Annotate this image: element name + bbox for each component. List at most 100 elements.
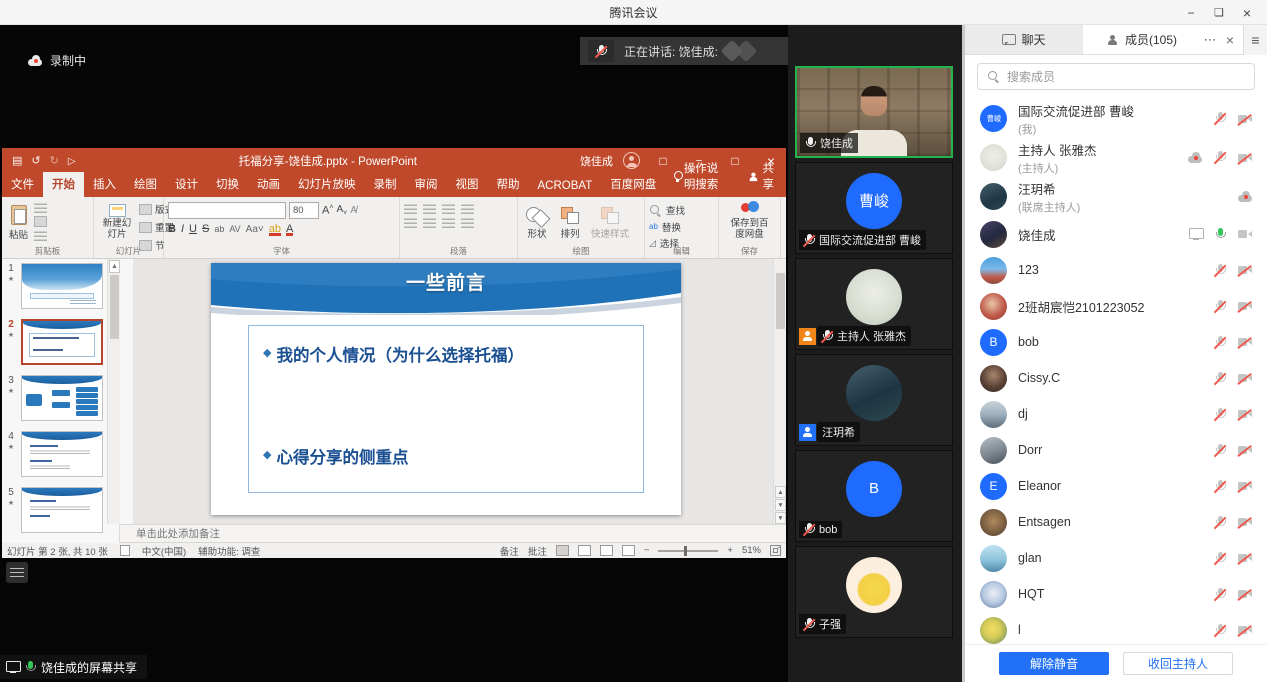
- minimize-button[interactable]: [1177, 0, 1205, 25]
- member-row[interactable]: Cissy.C: [965, 360, 1267, 396]
- bullet-list-icon[interactable]: [404, 203, 417, 214]
- tab-transitions[interactable]: 切换: [207, 172, 248, 197]
- member-row[interactable]: B bob: [965, 324, 1267, 360]
- video-tile-caojun[interactable]: 曹峻 国际交流促进部 曹峻: [795, 162, 953, 254]
- shapes-button[interactable]: 形状: [522, 200, 552, 245]
- camera-off-icon[interactable]: [1238, 517, 1253, 527]
- camera-off-icon[interactable]: [1238, 445, 1253, 455]
- mic-on-icon[interactable]: [1215, 228, 1226, 241]
- save-icon[interactable]: [12, 154, 22, 167]
- highlight-color-button[interactable]: ab: [269, 223, 281, 235]
- mic-off-icon[interactable]: [1215, 588, 1226, 601]
- tab-acrobat[interactable]: ACROBAT: [529, 176, 602, 197]
- camera-off-icon[interactable]: [1238, 114, 1253, 124]
- tell-me-search[interactable]: 操作说明搜索: [665, 156, 734, 197]
- tab-members[interactable]: 成员(105): [1083, 25, 1201, 54]
- tab-chat[interactable]: 聊天: [965, 25, 1083, 54]
- align-right-icon[interactable]: [442, 217, 455, 228]
- panel-close-button[interactable]: [1221, 29, 1239, 51]
- member-row[interactable]: 曹峻 国际交流促进部 曹峻(我): [965, 99, 1267, 138]
- cloud-recording-icon[interactable]: [1238, 191, 1253, 202]
- mic-off-icon[interactable]: [1215, 336, 1226, 349]
- tab-home[interactable]: 开始: [43, 172, 84, 197]
- panel-more-button[interactable]: [1201, 29, 1219, 51]
- camera-off-icon[interactable]: [1238, 265, 1253, 275]
- meeting-toolbar-menu-icon[interactable]: [6, 562, 28, 583]
- notes-toggle[interactable]: 备注: [500, 544, 519, 558]
- cloud-recording-icon[interactable]: [1188, 152, 1203, 163]
- font-size-combobox[interactable]: 80: [289, 202, 319, 219]
- ppt-share-button[interactable]: 共享: [735, 156, 787, 197]
- clear-format-icon[interactable]: A̸: [350, 205, 357, 216]
- replace-button[interactable]: ab替换: [649, 220, 714, 234]
- member-row[interactable]: l: [965, 612, 1267, 644]
- display-settings-icon[interactable]: [120, 545, 130, 556]
- tab-file[interactable]: 文件: [2, 172, 43, 197]
- mic-off-icon[interactable]: [1215, 552, 1226, 565]
- redo-icon[interactable]: [50, 154, 59, 167]
- tab-baidu-netdisk[interactable]: 百度网盘: [601, 172, 665, 197]
- mic-off-icon[interactable]: [1215, 112, 1226, 125]
- video-tile-raojiacheng[interactable]: 饶佳成: [795, 66, 953, 158]
- align-center-icon[interactable]: [423, 217, 436, 228]
- member-row[interactable]: 饶佳成: [965, 216, 1267, 252]
- camera-off-icon[interactable]: [1238, 373, 1253, 383]
- mic-off-icon[interactable]: [1215, 444, 1226, 457]
- mic-off-icon[interactable]: [1215, 624, 1226, 637]
- screen-share-icon[interactable]: [1189, 228, 1203, 240]
- zoom-level[interactable]: 51%: [742, 545, 761, 556]
- language-indicator[interactable]: 中文(中国): [142, 544, 186, 558]
- tab-review[interactable]: 审阅: [406, 172, 447, 197]
- font-color-button[interactable]: A: [286, 223, 293, 235]
- format-painter-icon[interactable]: [34, 230, 47, 241]
- slide-scrollbar[interactable]: ▲ ▼ ▼: [773, 259, 786, 524]
- panel-menu-button[interactable]: [1243, 25, 1267, 55]
- member-search-box[interactable]: [977, 63, 1255, 90]
- tab-view[interactable]: 视图: [447, 172, 488, 197]
- mic-off-icon[interactable]: [1215, 408, 1226, 421]
- thumbnail-scrollbar[interactable]: ▲: [107, 259, 120, 524]
- member-row[interactable]: Entsagen: [965, 504, 1267, 540]
- tab-record[interactable]: 录制: [365, 172, 406, 197]
- slide-thumbnail-3[interactable]: 3: [4, 375, 119, 421]
- cut-icon[interactable]: [34, 202, 47, 213]
- camera-off-icon[interactable]: [1238, 481, 1253, 491]
- close-button[interactable]: [1233, 0, 1261, 25]
- font-name-combobox[interactable]: [168, 202, 286, 219]
- paste-button[interactable]: 粘贴: [6, 200, 31, 245]
- tab-animations[interactable]: 动画: [248, 172, 289, 197]
- member-search-input[interactable]: [1007, 70, 1245, 84]
- quick-styles-button[interactable]: 快速样式: [588, 200, 632, 245]
- slide-thumbnail-1[interactable]: 1: [4, 263, 119, 309]
- member-row[interactable]: HQT: [965, 576, 1267, 612]
- tab-help[interactable]: 帮助: [488, 172, 529, 197]
- ppt-user-avatar[interactable]: [623, 152, 640, 169]
- comments-toggle[interactable]: 批注: [528, 544, 547, 558]
- member-row[interactable]: 123: [965, 252, 1267, 288]
- undo-icon[interactable]: [31, 154, 40, 167]
- fit-to-window-icon[interactable]: [770, 545, 781, 556]
- normal-view-icon[interactable]: [556, 545, 569, 556]
- bold-button[interactable]: B: [168, 223, 176, 235]
- camera-off-icon[interactable]: [1238, 337, 1253, 347]
- mic-off-icon[interactable]: [1215, 151, 1226, 164]
- camera-off-icon[interactable]: [1238, 553, 1253, 563]
- arrange-button[interactable]: 排列: [557, 200, 583, 245]
- camera-off-icon[interactable]: [1238, 301, 1253, 311]
- indent-icon[interactable]: [442, 203, 455, 214]
- member-row[interactable]: E Eleanor: [965, 468, 1267, 504]
- copy-icon[interactable]: [34, 216, 47, 227]
- member-row[interactable]: dj: [965, 396, 1267, 432]
- slide-thumbnail-2-selected[interactable]: 2: [4, 319, 119, 365]
- save-to-baidu-button[interactable]: 保存到百度网盘: [723, 200, 776, 242]
- mic-off-icon[interactable]: [1215, 264, 1226, 277]
- camera-off-icon[interactable]: [1238, 625, 1253, 635]
- member-row[interactable]: 主持人 张雅杰(主持人): [965, 138, 1267, 177]
- unmute-button[interactable]: 解除静音: [999, 652, 1109, 675]
- mic-off-icon[interactable]: [1215, 480, 1226, 493]
- tab-slideshow[interactable]: 幻灯片放映: [289, 172, 365, 197]
- restore-button[interactable]: [1205, 0, 1233, 25]
- camera-on-icon[interactable]: [1238, 229, 1253, 239]
- mic-off-icon[interactable]: [1215, 372, 1226, 385]
- find-button[interactable]: 查找: [649, 203, 714, 217]
